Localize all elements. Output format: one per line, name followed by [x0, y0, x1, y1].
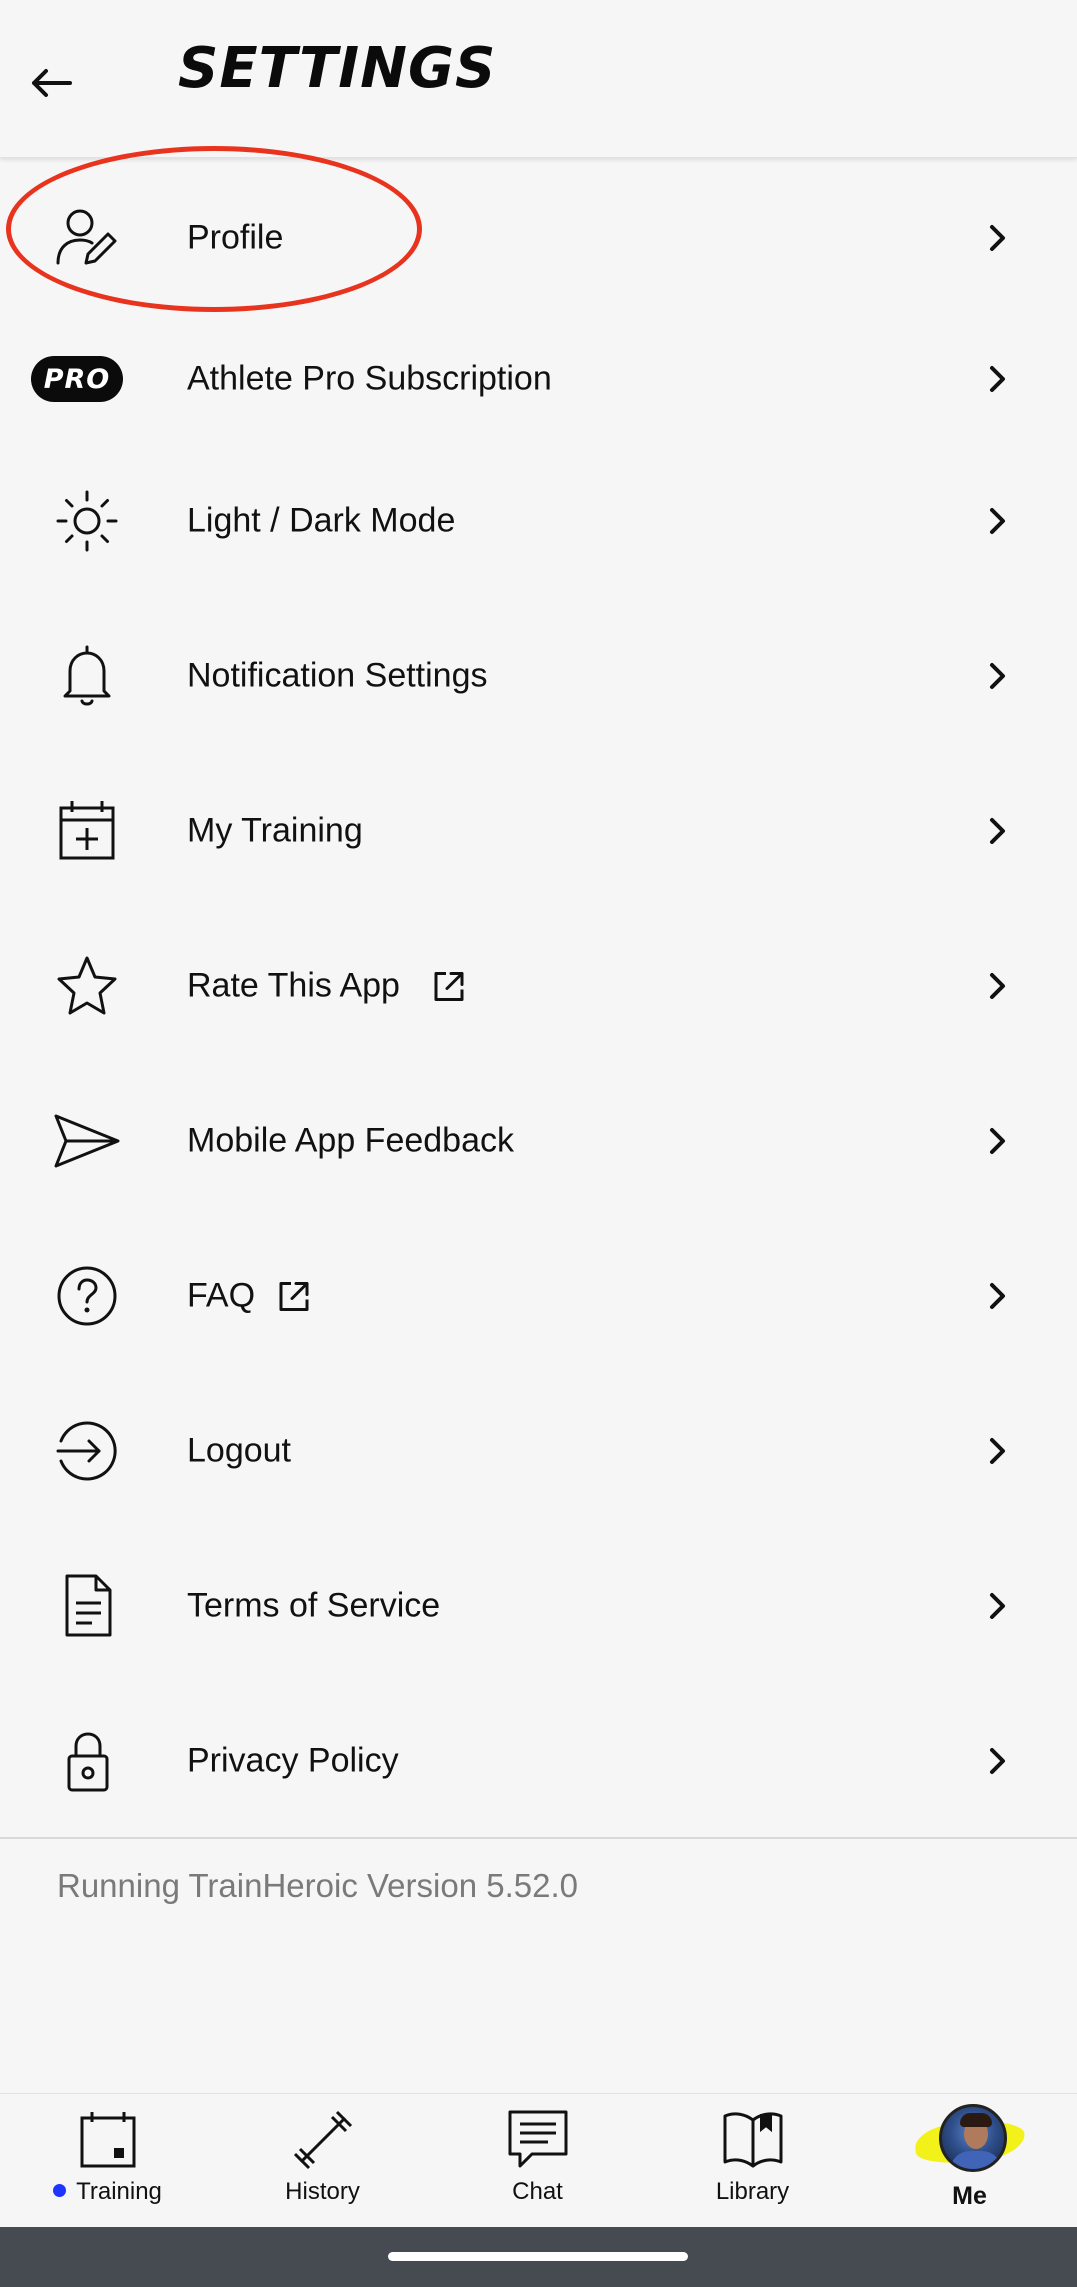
chevron-right-icon — [990, 1438, 1005, 1464]
chevron-right-icon — [990, 508, 1005, 534]
nav-label: Training — [0, 2178, 215, 2206]
settings-item-label: Rate This App — [187, 967, 466, 1006]
system-navigation-bar — [0, 2227, 1077, 2287]
chevron-right-icon — [990, 1748, 1005, 1774]
settings-item-label: Athlete Pro Subscription — [187, 359, 552, 398]
barbell-icon — [293, 2110, 352, 2170]
settings-item-label: Logout — [187, 1431, 291, 1470]
settings-item-label: Privacy Policy — [187, 1741, 399, 1780]
settings-item-faq[interactable]: FAQ — [0, 1231, 1077, 1361]
settings-item-notification-settings[interactable]: Notification Settings — [0, 611, 1077, 741]
pro-badge: PRO — [31, 356, 123, 402]
settings-item-text: Rate This App — [187, 966, 400, 1005]
document-icon — [52, 1571, 122, 1641]
book-icon — [723, 2112, 782, 2168]
chevron-right-icon — [990, 1283, 1005, 1309]
chevron-right-icon — [990, 366, 1005, 392]
nav-tab-training[interactable]: Training — [0, 2094, 215, 2228]
nav-tab-chat[interactable]: Chat — [430, 2094, 645, 2228]
settings-item-label: Mobile App Feedback — [187, 1121, 514, 1160]
settings-item-logout[interactable]: Logout — [0, 1386, 1077, 1516]
chat-icon — [508, 2110, 567, 2168]
settings-item-label: Light / Dark Mode — [187, 501, 456, 540]
settings-item-label: My Training — [187, 811, 363, 850]
nav-label: Chat — [512, 2178, 563, 2205]
divider — [0, 1837, 1077, 1839]
settings-item-label: Terms of Service — [187, 1586, 441, 1625]
settings-item-label: Notification Settings — [187, 656, 488, 695]
nav-label-text: Training — [76, 2178, 162, 2205]
nav-label: Me — [952, 2182, 987, 2210]
avatar — [938, 2104, 1007, 2172]
chevron-right-icon — [990, 225, 1005, 251]
sun-icon — [52, 486, 122, 556]
nav-label: Library — [715, 2178, 790, 2205]
settings-item-label: Profile — [187, 218, 284, 257]
star-icon — [52, 951, 122, 1021]
settings-item-my-training[interactable]: My Training — [0, 766, 1077, 896]
lock-icon — [52, 1726, 122, 1796]
nav-tab-history[interactable]: History — [215, 2094, 430, 2228]
chevron-right-icon — [990, 818, 1005, 844]
chevron-right-icon — [990, 1128, 1005, 1154]
user-edit-icon — [52, 203, 122, 273]
chevron-right-icon — [990, 973, 1005, 999]
bell-icon — [52, 641, 122, 711]
settings-item-pro-subscription[interactable]: PRO Athlete Pro Subscription — [0, 314, 1077, 444]
settings-screen: SETTINGS Profile PRO Athlete Pro Subscri… — [0, 0, 1077, 2287]
nav-tab-me[interactable]: Me — [862, 2094, 1077, 2228]
chevron-right-icon — [990, 1593, 1005, 1619]
bottom-nav: Training History Chat Library Me — [0, 2093, 1077, 2227]
nav-tab-library[interactable]: Library — [645, 2094, 860, 2228]
settings-item-profile[interactable]: Profile — [0, 173, 1077, 303]
settings-item-rate-this-app[interactable]: Rate This App — [0, 921, 1077, 1051]
chevron-right-icon — [990, 663, 1005, 689]
home-indicator[interactable] — [388, 2252, 688, 2261]
logout-icon — [52, 1416, 122, 1486]
settings-item-text: FAQ — [187, 1276, 256, 1315]
external-link-icon — [279, 1281, 309, 1311]
page-title: SETTINGS — [178, 36, 497, 101]
arrow-left-icon[interactable] — [26, 58, 76, 108]
settings-item-privacy-policy[interactable]: Privacy Policy — [0, 1696, 1077, 1826]
external-link-icon — [434, 971, 464, 1001]
settings-item-terms-of-service[interactable]: Terms of Service — [0, 1541, 1077, 1671]
calendar-plus-icon — [52, 796, 122, 866]
nav-label: History — [285, 2178, 360, 2205]
pro-badge-icon: PRO — [30, 344, 124, 414]
calendar-icon — [80, 2112, 135, 2168]
active-indicator-dot — [53, 2184, 67, 2198]
app-header: SETTINGS — [0, 0, 1077, 158]
send-icon — [52, 1106, 122, 1176]
settings-item-label: FAQ — [187, 1277, 311, 1316]
version-text: Running TrainHeroic Version 5.52.0 — [57, 1867, 578, 1904]
avatar-wrap — [912, 2104, 1027, 2184]
settings-item-light-dark-mode[interactable]: Light / Dark Mode — [0, 456, 1077, 586]
settings-item-mobile-app-feedback[interactable]: Mobile App Feedback — [0, 1076, 1077, 1206]
help-circle-icon — [52, 1261, 122, 1331]
